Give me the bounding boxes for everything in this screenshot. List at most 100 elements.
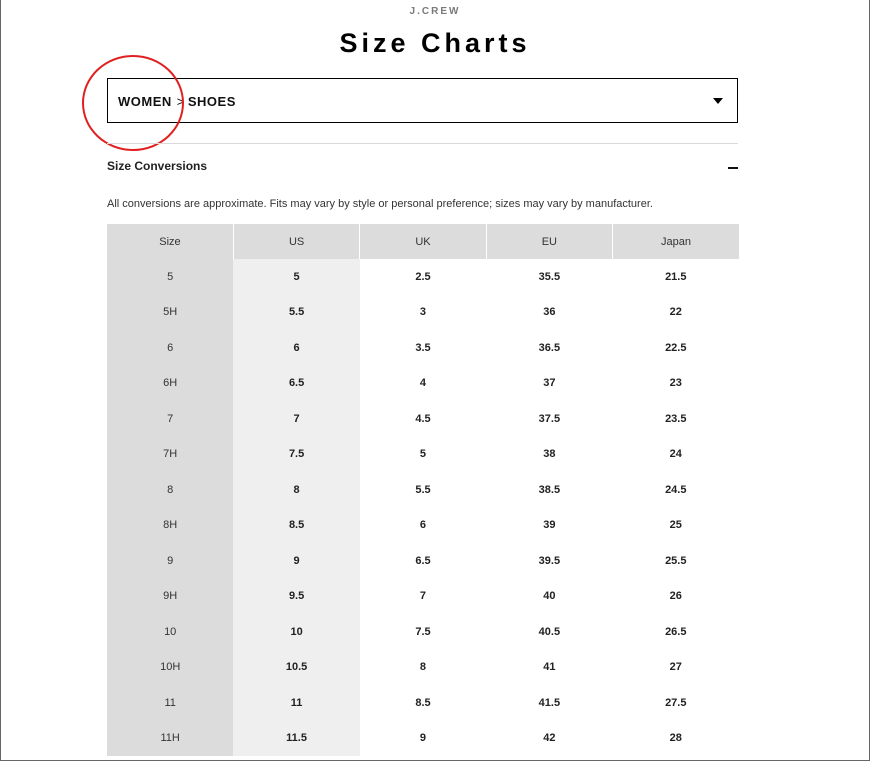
cell-size: 9 <box>107 543 234 579</box>
table-row: 6 6 3.5 36.5 22.5 <box>107 330 739 366</box>
table-row: 11 11 8.5 41.5 27.5 <box>107 685 739 721</box>
cell-japan: 26.5 <box>665 625 687 638</box>
header-size: Size <box>107 224 234 259</box>
cell-japan: 25 <box>669 519 682 532</box>
cell-japan: 24 <box>669 448 682 461</box>
table-row: 10H 10.5 8 41 27 <box>107 649 739 685</box>
cell-japan: 23 <box>669 377 682 390</box>
cell-us: 8 <box>233 472 360 508</box>
cell-us: 10.5 <box>233 649 360 685</box>
size-conversion-table: Size US UK EU Japan 5 5 2.5 35.5 21.5 5H 5.5 3 3… <box>107 224 739 756</box>
cell-uk: 8.5 <box>415 696 431 709</box>
table-row: 8H 8.5 6 39 25 <box>107 507 739 543</box>
cell-eu: 40.5 <box>538 625 561 638</box>
cell-japan: 24.5 <box>665 483 687 496</box>
header-uk: UK <box>359 224 487 259</box>
cell-us: 6.5 <box>233 365 360 401</box>
header-eu: EU <box>486 224 614 259</box>
cell-size: 5H <box>107 294 234 330</box>
table-body: 5 5 2.5 35.5 21.5 5H 5.5 3 36 22 6 6 3.5 36.5 22.5 6H 6.… <box>107 259 739 756</box>
table-row: 7 7 4.5 37.5 23.5 <box>107 401 739 437</box>
table-row: 5H 5.5 3 36 22 <box>107 294 739 330</box>
cell-us: 5.5 <box>233 294 360 330</box>
cell-eu: 37 <box>543 377 556 390</box>
cell-uk: 5.5 <box>415 483 431 496</box>
cell-size: 6 <box>107 330 234 366</box>
cell-us: 9 <box>233 543 360 579</box>
breadcrumb-separator: > <box>176 94 185 109</box>
cell-uk: 7.5 <box>415 625 431 638</box>
table-header-row: Size US UK EU Japan <box>107 224 739 259</box>
cell-eu: 39 <box>543 519 556 532</box>
cell-japan: 23.5 <box>665 412 687 425</box>
cell-size: 11 <box>107 685 234 721</box>
cell-size: 8 <box>107 472 234 508</box>
cell-eu: 35.5 <box>538 270 561 283</box>
table-row: 5 5 2.5 35.5 21.5 <box>107 259 739 295</box>
cell-japan: 21.5 <box>665 270 687 283</box>
category-dropdown[interactable]: WOMEN > SHOES <box>107 78 738 123</box>
cell-uk: 4.5 <box>415 412 431 425</box>
cell-uk: 3.5 <box>415 341 431 354</box>
cell-us: 7.5 <box>233 436 360 472</box>
cell-us: 5 <box>233 259 360 295</box>
cell-size: 9H <box>107 578 234 614</box>
cell-eu: 36 <box>543 306 556 319</box>
cell-size: 10H <box>107 649 234 685</box>
cell-uk: 3 <box>419 306 427 319</box>
table-row: 9 9 6.5 39.5 25.5 <box>107 543 739 579</box>
cell-uk: 9 <box>419 732 427 745</box>
cell-uk: 6 <box>419 519 427 532</box>
table-row: 9H 9.5 7 40 26 <box>107 578 739 614</box>
cell-size: 5 <box>107 259 234 295</box>
cell-uk: 7 <box>419 590 427 603</box>
cell-eu: 36.5 <box>538 341 561 354</box>
cell-japan: 26 <box>669 590 682 603</box>
table-row: 7H 7.5 5 38 24 <box>107 436 739 472</box>
cell-us: 9.5 <box>233 578 360 614</box>
cell-japan: 27.5 <box>665 696 687 709</box>
cell-uk: 6.5 <box>415 554 431 567</box>
cell-eu: 42 <box>543 732 556 745</box>
cell-eu: 37.5 <box>538 412 561 425</box>
breadcrumb-category: WOMEN <box>118 94 172 109</box>
table-row: 8 8 5.5 38.5 24.5 <box>107 472 739 508</box>
cell-size: 10 <box>107 614 234 650</box>
cell-japan: 22.5 <box>665 341 687 354</box>
cell-eu: 39.5 <box>538 554 561 567</box>
cell-us: 7 <box>233 401 360 437</box>
header-japan: Japan <box>612 224 739 259</box>
cell-us: 11 <box>233 685 360 721</box>
table-row: 10 10 7.5 40.5 26.5 <box>107 614 739 650</box>
cell-us: 6 <box>233 330 360 366</box>
section-title: Size Conversions <box>107 159 208 173</box>
cell-japan: 27 <box>669 661 682 674</box>
table-row: 6H 6.5 4 37 23 <box>107 365 739 401</box>
cell-size: 8H <box>107 507 234 543</box>
cell-japan: 25.5 <box>665 554 687 567</box>
page-title: Size Charts <box>339 28 531 58</box>
minus-icon[interactable] <box>728 167 738 169</box>
cell-uk: 4 <box>419 377 427 390</box>
cell-uk: 8 <box>419 661 427 674</box>
cell-japan: 22 <box>669 306 682 319</box>
cell-uk: 5 <box>419 448 427 461</box>
cell-us: 8.5 <box>233 507 360 543</box>
cell-us: 11.5 <box>233 720 360 756</box>
cell-uk: 2.5 <box>415 270 431 283</box>
cell-us: 10 <box>233 614 360 650</box>
caret-down-icon[interactable] <box>713 98 723 104</box>
size-conversions-toggle[interactable]: Size Conversions <box>107 159 738 177</box>
cell-size: 7 <box>107 401 234 437</box>
cell-size: 6H <box>107 365 234 401</box>
breadcrumb: WOMEN > SHOES <box>118 94 236 109</box>
cell-eu: 38.5 <box>538 483 561 496</box>
cell-eu: 41 <box>543 661 556 674</box>
header-us: US <box>233 224 361 259</box>
cell-size: 11H <box>107 720 234 756</box>
cell-eu: 41.5 <box>538 696 561 709</box>
cell-size: 7H <box>107 436 234 472</box>
cell-japan: 28 <box>669 732 682 745</box>
breadcrumb-subcategory: SHOES <box>187 94 236 109</box>
brand-logo[interactable]: J.CREW <box>0 6 870 17</box>
